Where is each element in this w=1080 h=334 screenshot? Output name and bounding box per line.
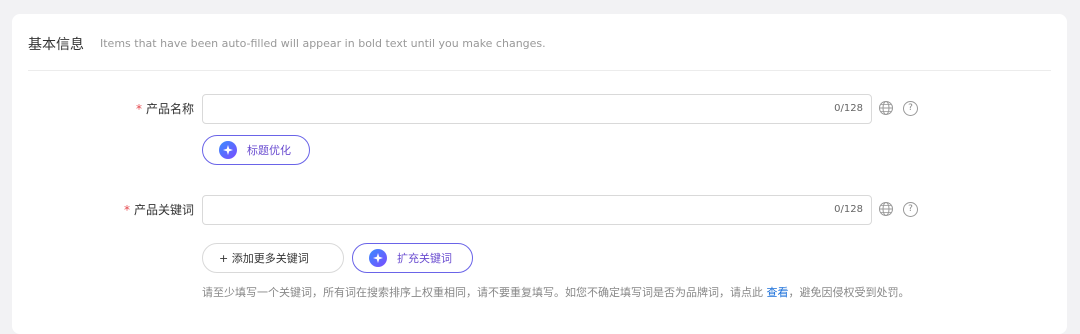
help-icon[interactable]: ? bbox=[903, 202, 918, 217]
keyword-tip-text-end: ，避免因侵权受到处罚。 bbox=[788, 286, 910, 299]
globe-icon[interactable] bbox=[878, 201, 894, 217]
required-mark: * bbox=[135, 102, 142, 116]
brand-check-link[interactable]: 查看 bbox=[767, 286, 789, 299]
expand-keywords-label: 扩充关键词 bbox=[397, 252, 452, 265]
basic-info-card: 基本信息 Items that have been auto-filled wi… bbox=[12, 14, 1067, 334]
globe-icon[interactable] bbox=[878, 100, 894, 116]
sparkle-icon bbox=[369, 249, 387, 267]
section-header: 基本信息 Items that have been auto-filled wi… bbox=[28, 34, 1051, 71]
title-optimize-label: 标题优化 bbox=[247, 144, 291, 157]
required-mark: * bbox=[123, 203, 130, 217]
product-name-input[interactable] bbox=[203, 95, 871, 123]
add-more-keywords-button[interactable]: + 添加更多关键词 bbox=[202, 243, 344, 273]
section-hint: Items that have been auto-filled will ap… bbox=[100, 37, 546, 50]
expand-keywords-button[interactable]: 扩充关键词 bbox=[352, 243, 473, 273]
title-optimize-button[interactable]: 标题优化 bbox=[202, 135, 310, 165]
product-name-field: 0/128 bbox=[202, 94, 872, 124]
help-icon[interactable]: ? bbox=[903, 101, 918, 116]
product-name-label-text: 产品名称 bbox=[145, 102, 194, 116]
product-keyword-input[interactable] bbox=[203, 196, 871, 224]
product-keyword-field: 0/128 bbox=[202, 195, 872, 225]
section-title: 基本信息 bbox=[28, 37, 84, 53]
product-keyword-counter: 0/128 bbox=[834, 204, 863, 215]
keyword-tip: 请至少填写一个关键词，所有词在搜索排序上权重相同，请不要重复填写。如您不确定填写… bbox=[202, 284, 910, 300]
product-keyword-label-text: 产品关键词 bbox=[133, 203, 194, 217]
product-keyword-label: * 产品关键词 bbox=[102, 201, 194, 218]
sparkle-icon bbox=[219, 141, 237, 159]
keyword-tip-text: 请至少填写一个关键词，所有词在搜索排序上权重相同，请不要重复填写。如您不确定填写… bbox=[202, 286, 767, 299]
product-name-counter: 0/128 bbox=[834, 103, 863, 114]
product-name-label: * 产品名称 bbox=[112, 100, 194, 117]
